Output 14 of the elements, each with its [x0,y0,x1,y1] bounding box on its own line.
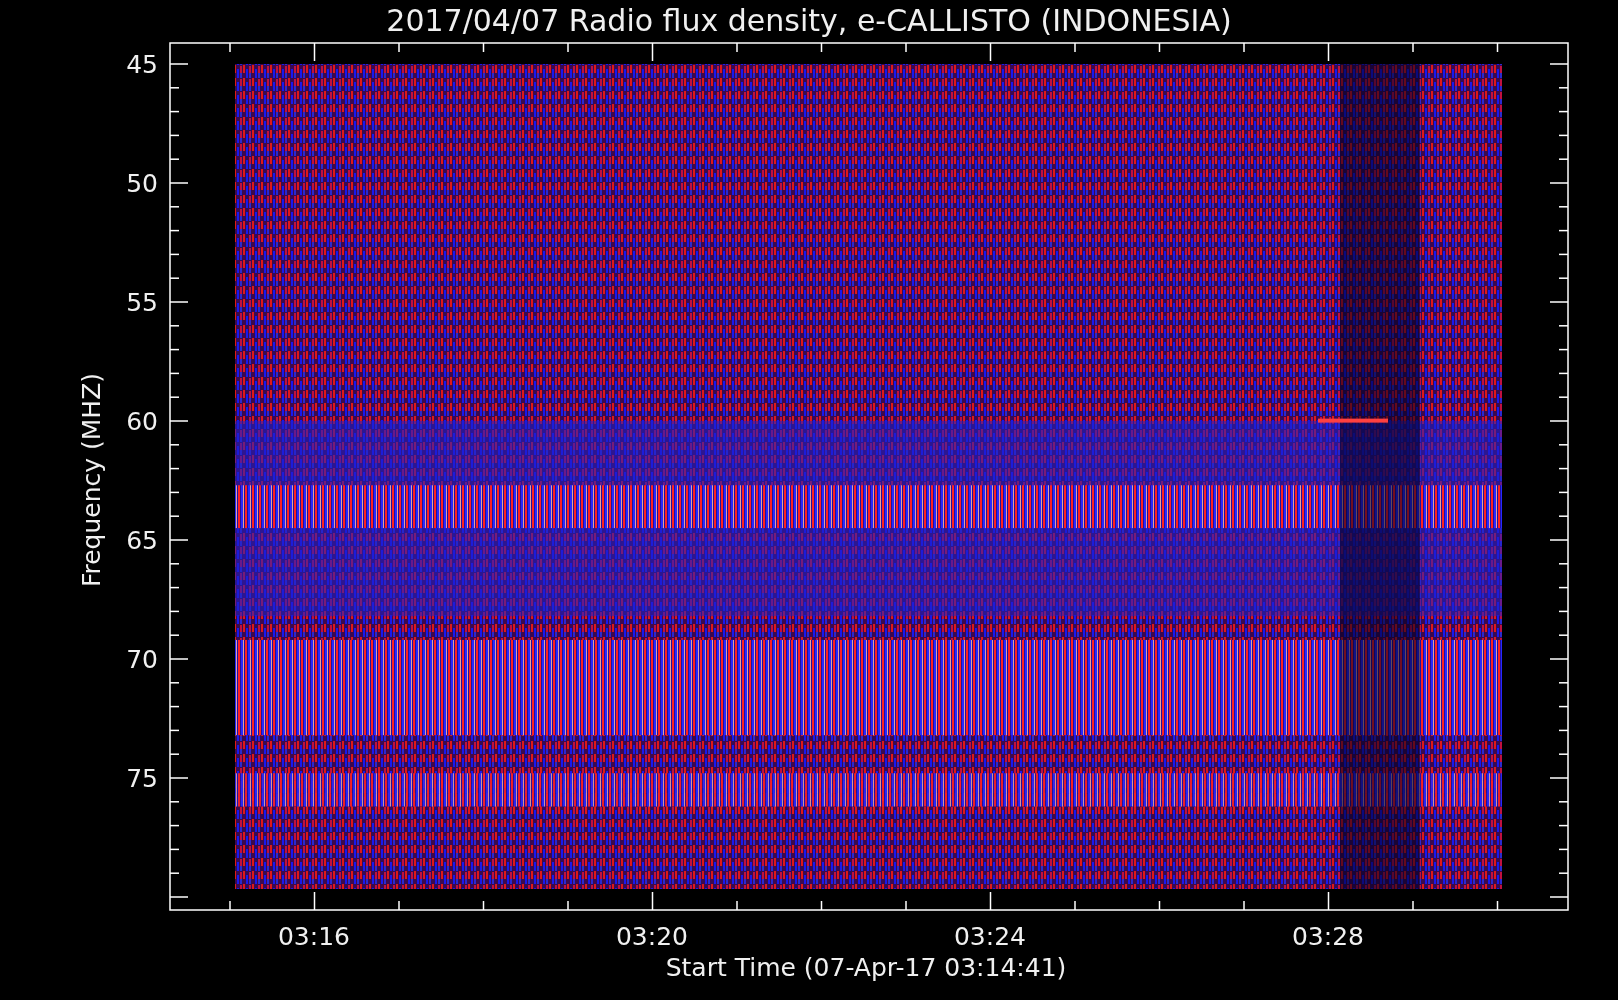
x-tick-label: 03:20 [616,922,688,951]
x-axis-label: Start Time (07-Apr-17 03:14:41) [665,953,1067,982]
y-tick-label: 75 [126,764,158,793]
y-tick-label: 60 [126,407,158,436]
x-tick-label: 03:28 [1292,922,1364,951]
y-tick-label: 50 [126,169,158,198]
y-axis-label: Frequency (MHZ) [77,372,106,588]
y-tick-label: 45 [126,50,158,79]
x-tick-label: 03:16 [278,922,350,951]
chart-title: 2017/04/07 Radio flux density, e-CALLISTO (INDONESIA) [386,3,1232,38]
x-tick-label: 03:24 [954,922,1026,951]
y-tick-label: 65 [126,526,158,555]
y-tick-label: 55 [126,288,158,317]
y-tick-label: 70 [126,645,158,674]
